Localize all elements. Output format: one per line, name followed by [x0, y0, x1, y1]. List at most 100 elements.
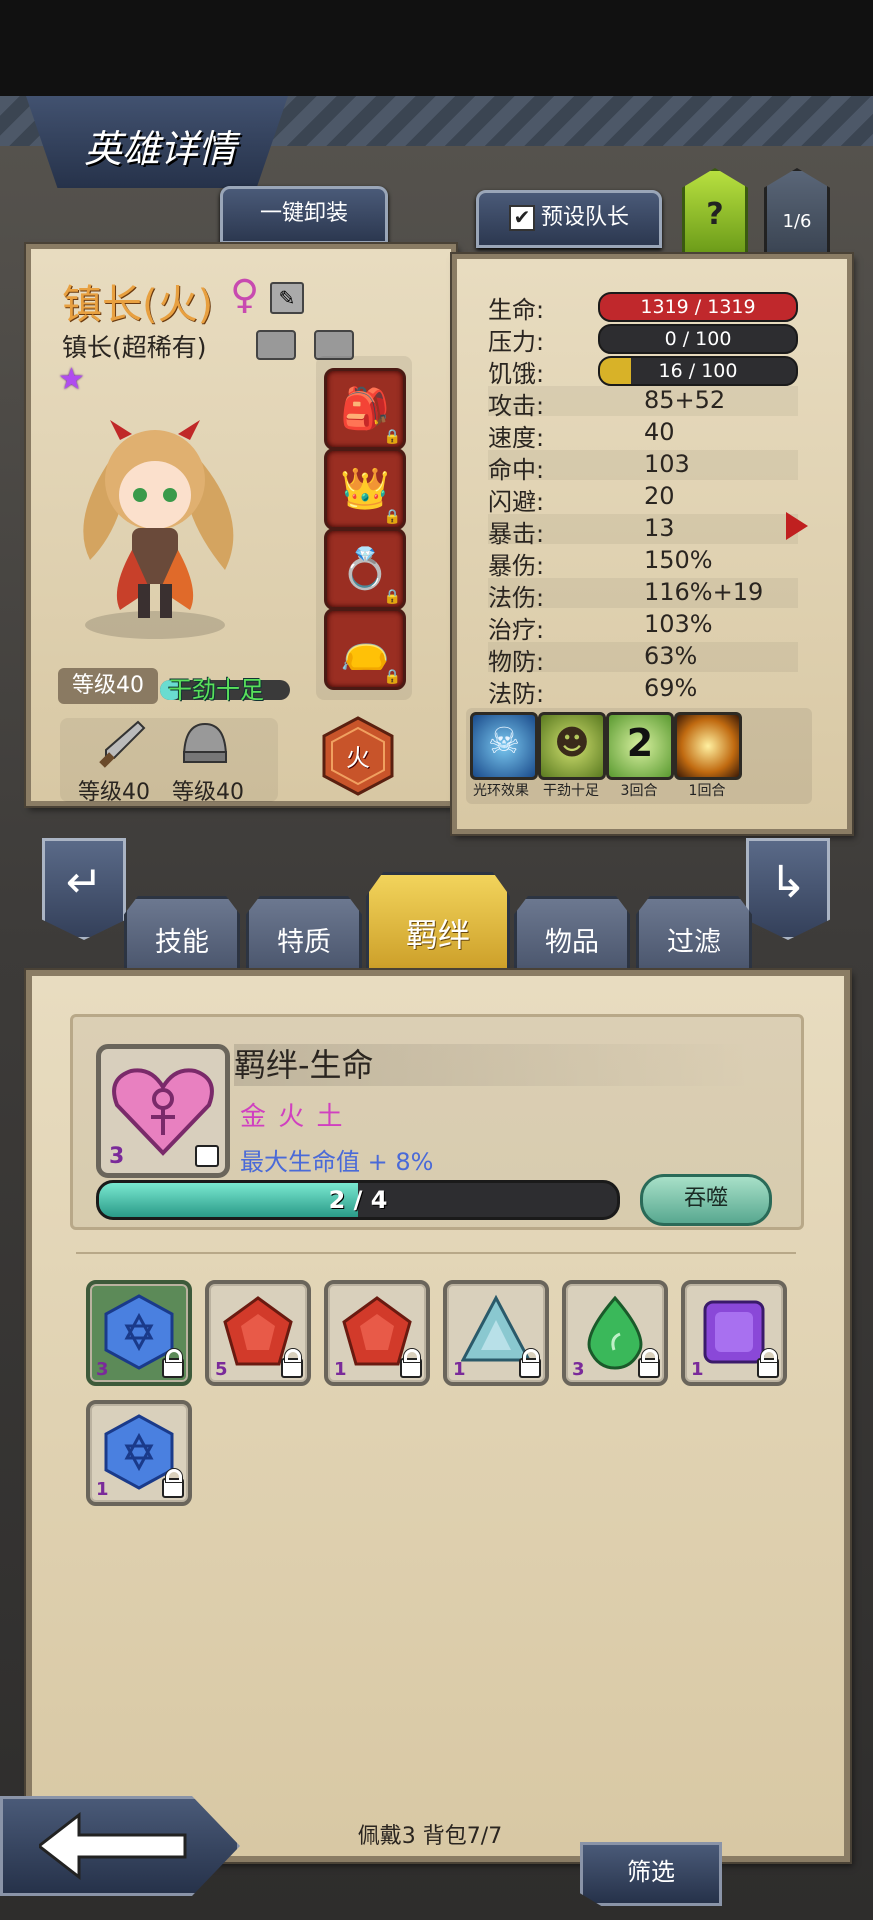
- bond-title: 羁绊-生命: [234, 1044, 754, 1086]
- rename-pencil-icon[interactable]: ✎: [270, 282, 304, 314]
- stat-label: 暴伤:: [488, 552, 545, 580]
- bond-gem-slot[interactable]: 3: [96, 1044, 230, 1178]
- hp-value: 1319 / 1319: [640, 296, 756, 318]
- gem-count: 1: [334, 1359, 347, 1380]
- gem-count: 3: [572, 1359, 585, 1380]
- gem-count: 5: [215, 1359, 228, 1380]
- tab-skills[interactable]: 技能: [124, 896, 240, 980]
- stat-label: 暴击:: [488, 520, 545, 548]
- skull-aura-icon[interactable]: ☠: [470, 712, 538, 780]
- stat-label: 物防:: [488, 648, 545, 676]
- element-label: 火: [346, 744, 370, 772]
- checkbox-icon[interactable]: ✔: [508, 205, 535, 231]
- gem-count: 3: [96, 1359, 109, 1380]
- expand-stats-arrow-icon[interactable]: [786, 512, 808, 540]
- armor-level: 等级40: [172, 780, 244, 805]
- lock-icon: 🔒: [383, 669, 401, 685]
- hunger-label: 饥饿:: [488, 360, 545, 388]
- accessory-slot-pouch[interactable]: 👝 🔒: [324, 608, 406, 690]
- bond-elements: 金 火 土: [240, 1102, 345, 1132]
- hero-level-badge: 等级40: [58, 668, 158, 704]
- bond-gem-count: 3: [109, 1144, 125, 1169]
- stress-bar: 0 / 100: [598, 324, 798, 354]
- stat-value: 13: [644, 514, 675, 542]
- next-hero-button[interactable]: ↳: [746, 838, 830, 940]
- gem-item[interactable]: 1: [681, 1280, 787, 1386]
- page-indicator-label: 1/6: [782, 211, 812, 232]
- back-arrow-icon: ↵: [65, 857, 103, 908]
- forward-arrow-icon: ↳: [769, 857, 807, 908]
- gem-count: 1: [453, 1359, 466, 1380]
- gem-count: 1: [96, 1479, 109, 1500]
- gem-item[interactable]: 3: [86, 1280, 192, 1386]
- smiley-blob-icon[interactable]: ☻: [538, 712, 606, 780]
- stat-row: 闪避: 20: [488, 482, 798, 516]
- divider: [76, 1252, 796, 1254]
- status-bar-area: [0, 0, 873, 96]
- lock-icon: [162, 1349, 184, 1378]
- hero-portrait: [50, 400, 260, 650]
- lock-icon: [281, 1349, 303, 1378]
- stat-label: 攻击:: [488, 392, 545, 420]
- tab-items[interactable]: 物品: [514, 896, 630, 980]
- stat-label: 治疗:: [488, 616, 545, 644]
- stat-value: 63%: [644, 642, 698, 670]
- stat-row: 治疗: 103%: [488, 610, 798, 644]
- hunger-value: 16 / 100: [658, 360, 738, 382]
- stat-label: 法伤:: [488, 584, 545, 612]
- stat-label: 法防:: [488, 680, 545, 708]
- stress-row: 压力: 0 / 100: [488, 322, 798, 356]
- stat-row: 攻击: 85+52: [488, 386, 798, 420]
- preset-captain-button[interactable]: ✔ 预设队长: [476, 190, 662, 248]
- devour-button[interactable]: 吞噬: [640, 1174, 772, 1226]
- tab-filter[interactable]: 过滤: [636, 896, 752, 980]
- stress-value: 0 / 100: [664, 328, 732, 350]
- gem-item[interactable]: 1: [324, 1280, 430, 1386]
- hp-label: 生命:: [488, 296, 545, 324]
- accessory-slot-crown[interactable]: 👑 🔒: [324, 448, 406, 530]
- prev-hero-button[interactable]: ↵: [42, 838, 126, 940]
- stat-row: 暴击: 13: [488, 514, 798, 548]
- sword-icon[interactable]: [96, 718, 146, 768]
- back-button[interactable]: [0, 1796, 240, 1896]
- gem-item[interactable]: 1: [443, 1280, 549, 1386]
- bond-progress-bar: 2 / 4: [96, 1180, 620, 1220]
- number-buff-icon[interactable]: 2: [606, 712, 674, 780]
- unequip-all-button[interactable]: 一键卸装: [220, 186, 388, 244]
- stat-row: 速度: 40: [488, 418, 798, 452]
- hp-row: 生命: 1319 / 1319: [488, 290, 798, 324]
- swap-portrait-icon[interactable]: [256, 330, 296, 360]
- stat-value: 85+52: [644, 386, 726, 414]
- light-burst-icon[interactable]: [674, 712, 742, 780]
- accessory-slot-bag[interactable]: 🎒 🔒: [324, 368, 406, 450]
- lock-icon: [195, 1145, 219, 1167]
- filter-button[interactable]: 筛选: [580, 1842, 722, 1906]
- gem-item[interactable]: 5: [205, 1280, 311, 1386]
- helmet-icon[interactable]: [178, 718, 232, 768]
- gem-item[interactable]: 1: [86, 1400, 192, 1506]
- lock-icon: [757, 1349, 779, 1378]
- tab-label: 物品: [545, 927, 599, 958]
- back-arrow-icon: [39, 1811, 187, 1881]
- lock-icon: 🔒: [383, 589, 401, 605]
- hp-bar: 1319 / 1319: [598, 292, 798, 322]
- stat-value: 103: [644, 450, 690, 478]
- buff-caption: 干劲十足: [543, 783, 599, 799]
- stat-row: 暴伤: 150%: [488, 546, 798, 580]
- gem-item[interactable]: 3: [562, 1280, 668, 1386]
- buff-caption: 光环效果: [473, 783, 529, 799]
- tab-traits[interactable]: 特质: [246, 896, 362, 980]
- tab-label: 过滤: [667, 927, 721, 958]
- stat-row: 法防: 69%: [488, 674, 798, 708]
- preset-captain-label: 预设队长: [540, 205, 629, 230]
- stat-value: 20: [644, 482, 675, 510]
- fire-element-badge[interactable]: 火: [322, 716, 394, 796]
- buff-caption: 3回合: [620, 783, 658, 799]
- unequip-all-label: 一键卸装: [259, 201, 348, 226]
- tab-bonds[interactable]: 羁绊: [366, 872, 510, 982]
- stat-value: 103%: [644, 610, 713, 638]
- equipped-bag-count: 佩戴3 背包7/7: [357, 1824, 503, 1849]
- accessory-slot-ring[interactable]: 💍 🔒: [324, 528, 406, 610]
- buff-caption: 1回合: [688, 783, 726, 799]
- stat-label: 命中:: [488, 456, 545, 484]
